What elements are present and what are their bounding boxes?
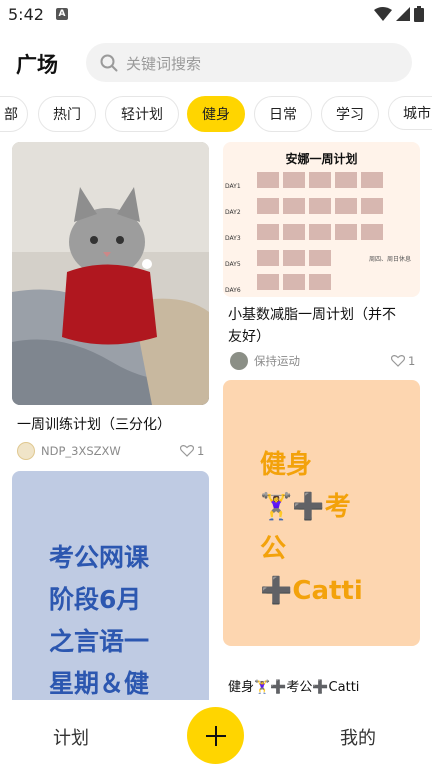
search-placeholder: 关键词搜索	[126, 55, 202, 73]
plus-icon	[205, 725, 226, 746]
page-title: 广场	[16, 53, 58, 77]
search-input[interactable]: 关键词搜索	[86, 43, 412, 82]
cat-illustration	[12, 142, 209, 405]
card-title[interactable]: 一周训练计划（三分化）	[17, 414, 209, 436]
card-title[interactable]: 小基数减脂一周计划（并不 友好）	[228, 304, 420, 348]
avatar	[17, 442, 35, 460]
plan-image-title: 安娜一周计划	[285, 152, 358, 166]
category-tabs: 部 热门 轻计划 健身 日常 学习 城市	[0, 96, 432, 132]
avatar	[230, 352, 248, 370]
card-author[interactable]: 保持运动	[230, 352, 300, 370]
feed-grid: 一周训练计划（三分化） NDP_3XSZXW 1 安娜一周计划 DAY1 DAY…	[0, 140, 432, 700]
tab-all[interactable]: 部	[0, 96, 28, 132]
heart-icon	[391, 355, 405, 367]
add-button[interactable]	[187, 707, 244, 764]
battery-icon	[414, 6, 424, 22]
plan-image[interactable]: 安娜一周计划 DAY1 DAY2 DAY3 DAY5 DAY6 周四、周日休息	[223, 142, 420, 297]
status-bar: 5:42 A	[0, 0, 432, 30]
card-title[interactable]: 健身🏋️‍♀️➕考公➕Catti	[228, 677, 420, 699]
notification-icon: A	[56, 8, 68, 20]
exam-cover-text: 考公网课 阶段6月 之言语一 星期＆健	[49, 543, 150, 698]
cat-photo[interactable]	[12, 142, 209, 405]
tab-fitness[interactable]: 健身	[187, 96, 245, 132]
fitness-cover[interactable]: 健身 🏋️‍♀️➕考 公 ➕Catti	[223, 380, 420, 646]
plan-footer: 周四、周日休息	[369, 256, 412, 263]
tab-light-plan[interactable]: 轻计划	[105, 96, 179, 132]
status-icons	[374, 6, 424, 22]
heart-icon	[180, 445, 194, 457]
plan-thumbnails	[257, 172, 383, 290]
signal-icon	[396, 7, 410, 21]
tab-study[interactable]: 学习	[321, 96, 379, 132]
wifi-icon	[374, 7, 392, 21]
card-author[interactable]: NDP_3XSZXW	[17, 442, 121, 460]
nav-plan[interactable]: 计划	[53, 724, 89, 750]
fitness-cover-text: 健身 🏋️‍♀️➕考 公 ➕Catti	[260, 450, 363, 606]
tab-hot[interactable]: 热门	[38, 96, 96, 132]
plan-days: DAY1 DAY2 DAY3 DAY5 DAY6	[225, 183, 241, 294]
search-icon	[100, 54, 118, 72]
tab-daily[interactable]: 日常	[254, 96, 312, 132]
like-button[interactable]: 1	[391, 354, 415, 368]
status-time: 5:42	[8, 5, 44, 24]
like-button[interactable]: 1	[180, 444, 204, 458]
header: 广场 关键词搜索	[0, 40, 432, 86]
exam-cover[interactable]: 考公网课 阶段6月 之言语一 星期＆健	[12, 471, 209, 700]
tab-city[interactable]: 城市	[388, 96, 432, 130]
nav-mine[interactable]: 我的	[340, 724, 376, 750]
